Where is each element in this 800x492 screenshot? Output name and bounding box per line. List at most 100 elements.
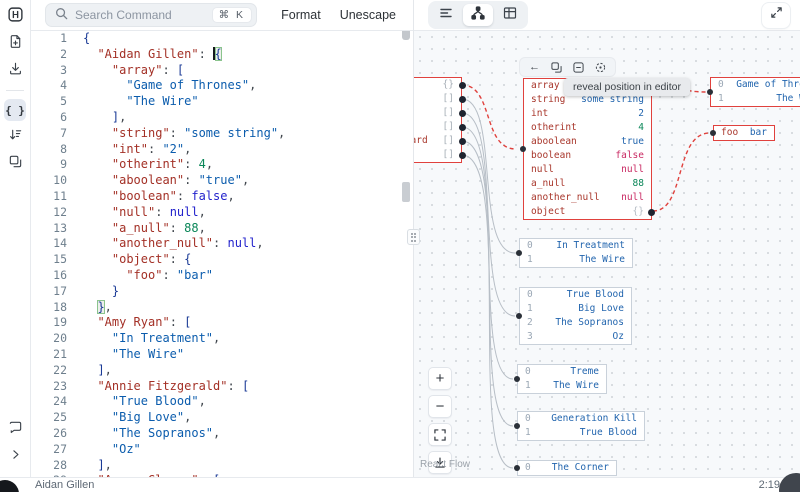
feedback-button[interactable] xyxy=(4,419,26,441)
editor-line[interactable]: 22], xyxy=(31,363,413,379)
graph-node-anwan-glover[interactable]: 0Treme1The Wire xyxy=(517,364,607,394)
node-toolbar: ← xyxy=(520,58,615,76)
node-row: 1Big Love xyxy=(520,302,631,316)
pane-resize-handle[interactable] xyxy=(407,229,420,245)
search-command-input[interactable]: Search Command ⌘ K xyxy=(45,3,257,27)
graph-view-toggle[interactable] xyxy=(463,4,493,26)
collapse-node-button[interactable] xyxy=(573,62,584,73)
editor-line[interactable]: 17} xyxy=(31,284,413,300)
editor-line[interactable]: 10"aboolean": "true", xyxy=(31,173,413,189)
format-button[interactable]: Format xyxy=(281,8,321,22)
editor-line[interactable]: 26"The Sopranos", xyxy=(31,426,413,442)
target-handle xyxy=(520,146,526,152)
json-code-editor[interactable]: 1{2"Aidan Gillen": {3"array": [4"Game of… xyxy=(31,31,413,477)
editor-line[interactable]: 24"True Blood", xyxy=(31,394,413,410)
line-content: "Annie Fitzgerald": [ xyxy=(67,379,249,395)
graph-node-annie-fitzgerald[interactable]: 0True Blood1Big Love2The Sopranos3Oz xyxy=(519,287,632,345)
graph-node-root[interactable]: Aidan Gillen{}Amy Ryan[]Annie Fitzgerald… xyxy=(414,77,462,163)
node-row: Anwan Glover[] xyxy=(414,120,461,134)
target-handle xyxy=(710,130,716,136)
editor-line[interactable]: 18}, xyxy=(31,300,413,316)
graph-node-amy-ryan[interactable]: 0In Treatment1The Wire xyxy=(519,238,633,268)
line-content: }, xyxy=(67,300,112,316)
editor-line[interactable]: 4"Game of Thrones", xyxy=(31,78,413,94)
graph-node-object-foo[interactable]: foobar xyxy=(713,125,775,141)
status-selected-path: Aidan Gillen xyxy=(35,479,94,491)
graph-node-aidan-gillen-array[interactable]: 0Game of Thrones1The Wire xyxy=(710,77,800,107)
editor-line[interactable]: 16"foo": "bar" xyxy=(31,268,413,284)
editor-line[interactable]: 1{ xyxy=(31,31,413,47)
line-content: "string": "some string", xyxy=(67,126,285,142)
line-content: "The Sopranos", xyxy=(67,426,220,442)
editor-line[interactable]: 8"int": "2", xyxy=(31,142,413,158)
editor-scrollbar-marker xyxy=(402,182,410,202)
activity-bar: { } xyxy=(0,0,31,477)
new-file-button[interactable] xyxy=(4,33,26,55)
editor-line[interactable]: 11"boolean": false, xyxy=(31,189,413,205)
editor-line[interactable]: 28], xyxy=(31,458,413,474)
app-logo xyxy=(4,6,26,28)
editor-line[interactable]: 2"Aidan Gillen": { xyxy=(31,47,413,63)
node-row: Annie Fitzgerald[] xyxy=(414,106,461,120)
copy-icon xyxy=(8,154,23,174)
editor-line[interactable]: 23"Annie Fitzgerald": [ xyxy=(31,379,413,395)
editor-line[interactable]: 12"null": null, xyxy=(31,205,413,221)
file-plus-icon xyxy=(8,34,23,54)
target-handle xyxy=(516,250,522,256)
node-row: 0Treme xyxy=(518,365,606,379)
zoom-in-button[interactable]: + xyxy=(428,367,452,390)
transform-button[interactable] xyxy=(4,126,26,148)
line-number: 27 xyxy=(31,442,67,458)
graph-canvas[interactable]: ← reveal position in editor + − xyxy=(414,31,800,477)
instances-button[interactable] xyxy=(4,153,26,175)
graph-node-alice-farmer[interactable]: 0The Corner xyxy=(517,460,617,476)
back-button[interactable]: ← xyxy=(529,62,540,73)
logo-icon xyxy=(7,6,24,28)
editor-line[interactable]: 5"The Wire" xyxy=(31,94,413,110)
editor-line[interactable]: 9"otherint": 4, xyxy=(31,157,413,173)
editor-line[interactable]: 7"string": "some string", xyxy=(31,126,413,142)
focus-node-button[interactable] xyxy=(595,62,606,73)
editor-line[interactable]: 15"object": { xyxy=(31,252,413,268)
line-number: 12 xyxy=(31,205,67,221)
fit-view-button[interactable] xyxy=(428,423,452,446)
line-content: "boolean": false, xyxy=(67,189,235,205)
editor-line[interactable]: 3"array": [ xyxy=(31,63,413,79)
line-content: "Oz" xyxy=(67,442,141,458)
line-number: 1 xyxy=(31,31,67,47)
line-number: 15 xyxy=(31,252,67,268)
editor-line[interactable]: 19"Amy Ryan": [ xyxy=(31,315,413,331)
editor-view-button[interactable]: { } xyxy=(4,99,26,121)
zoom-out-button[interactable]: − xyxy=(428,395,452,418)
editor-line[interactable]: 13"a_null": 88, xyxy=(31,221,413,237)
fullscreen-button[interactable] xyxy=(762,3,790,28)
chat-bubble-icon xyxy=(8,420,23,440)
status-timer: 2:19 xyxy=(759,479,780,491)
node-row: booleanfalse xyxy=(524,149,651,163)
graph-node-aidan-gillen-object[interactable]: arraystringsome stringint2otherint4abool… xyxy=(523,78,652,220)
node-row: Aidan Gillen{} xyxy=(414,78,461,92)
editor-line[interactable]: 6], xyxy=(31,110,413,126)
line-content: "Amy Ryan": [ xyxy=(67,315,191,331)
node-row: 1The Wire xyxy=(520,253,632,267)
unescape-button[interactable]: Unescape xyxy=(340,8,396,22)
editor-header: Search Command ⌘ K Format Unescape xyxy=(31,0,413,31)
source-handle xyxy=(648,209,655,216)
editor-line[interactable]: 25"Big Love", xyxy=(31,410,413,426)
copy-node-button[interactable] xyxy=(551,62,562,73)
list-view-toggle[interactable] xyxy=(431,4,461,26)
collapse-sidebar-button[interactable] xyxy=(4,446,26,468)
editor-line[interactable]: 27"Oz" xyxy=(31,442,413,458)
editor-line[interactable]: 14"another_null": null, xyxy=(31,236,413,252)
graph-node-alexander-skarsgard[interactable]: 0Generation Kill1True Blood xyxy=(517,411,645,441)
status-bar: Aidan Gillen 2:19 xyxy=(0,477,800,492)
search-icon xyxy=(55,7,68,23)
table-view-toggle[interactable] xyxy=(495,4,525,26)
line-number: 23 xyxy=(31,379,67,395)
list-icon xyxy=(439,6,453,25)
editor-line[interactable]: 20"In Treatment", xyxy=(31,331,413,347)
source-handle xyxy=(459,96,466,103)
import-button[interactable] xyxy=(4,60,26,82)
node-row: int2 xyxy=(524,107,651,121)
editor-line[interactable]: 21"The Wire" xyxy=(31,347,413,363)
